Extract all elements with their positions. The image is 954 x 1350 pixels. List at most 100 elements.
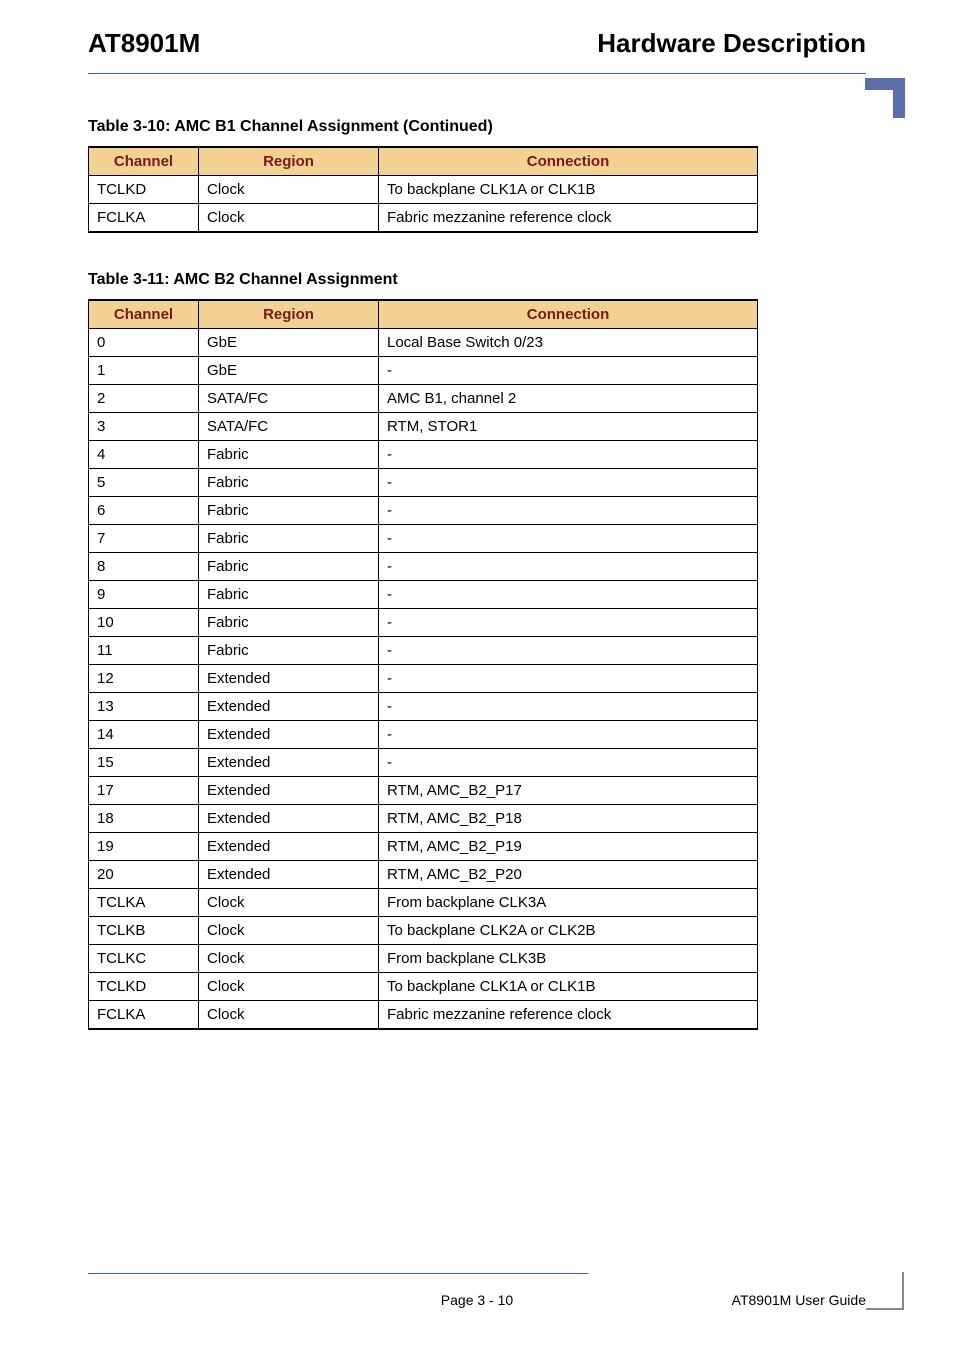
table-row: TCLKDClockTo backplane CLK1A or CLK1B	[89, 973, 758, 1001]
table-row: 14Extended-	[89, 721, 758, 749]
cell-region: GbE	[199, 329, 379, 357]
table-row: 13Extended-	[89, 693, 758, 721]
cell-channel: TCLKA	[89, 889, 199, 917]
table-amc-b1: Channel Region Connection TCLKDClockTo b…	[88, 146, 758, 233]
cell-connection: -	[379, 357, 758, 385]
cell-channel: 9	[89, 581, 199, 609]
cell-channel: 7	[89, 525, 199, 553]
cell-connection: To backplane CLK2A or CLK2B	[379, 917, 758, 945]
cell-channel: 13	[89, 693, 199, 721]
cell-channel: 15	[89, 749, 199, 777]
cell-channel: 10	[89, 609, 199, 637]
cell-channel: 18	[89, 805, 199, 833]
cell-region: Clock	[199, 945, 379, 973]
cell-connection: Fabric mezzanine reference clock	[379, 204, 758, 233]
table-row: 15Extended-	[89, 749, 758, 777]
table-header-row: Channel Region Connection	[89, 300, 758, 329]
table-row: 1GbE-	[89, 357, 758, 385]
cell-channel: FCLKA	[89, 204, 199, 233]
cell-region: Fabric	[199, 441, 379, 469]
cell-region: SATA/FC	[199, 413, 379, 441]
corner-mark-icon	[865, 78, 905, 118]
cell-channel: 0	[89, 329, 199, 357]
cell-region: GbE	[199, 357, 379, 385]
cell-connection: AMC B1, channel 2	[379, 385, 758, 413]
table-row: 9Fabric-	[89, 581, 758, 609]
cell-region: Extended	[199, 749, 379, 777]
cell-region: Fabric	[199, 637, 379, 665]
table-row: 4Fabric-	[89, 441, 758, 469]
cell-region: Extended	[199, 861, 379, 889]
table1-caption: Table 3-10: AMC B1 Channel Assignment (C…	[88, 118, 866, 136]
cell-channel: 6	[89, 497, 199, 525]
col-channel: Channel	[89, 147, 199, 176]
footer-rule	[88, 1273, 588, 1274]
cell-connection: RTM, AMC_B2_P17	[379, 777, 758, 805]
cell-region: Clock	[199, 204, 379, 233]
cell-connection: -	[379, 525, 758, 553]
cell-connection: RTM, AMC_B2_P19	[379, 833, 758, 861]
table-row: FCLKAClockFabric mezzanine reference clo…	[89, 1001, 758, 1030]
cell-region: Clock	[199, 889, 379, 917]
col-connection: Connection	[379, 300, 758, 329]
cell-connection: -	[379, 497, 758, 525]
table2-caption: Table 3-11: AMC B2 Channel Assignment	[88, 271, 866, 289]
cell-region: Extended	[199, 777, 379, 805]
table-row: 0GbELocal Base Switch 0/23	[89, 329, 758, 357]
cell-connection: To backplane CLK1A or CLK1B	[379, 973, 758, 1001]
footer-corner-icon	[866, 1272, 904, 1310]
cell-channel: TCLKD	[89, 973, 199, 1001]
col-region: Region	[199, 147, 379, 176]
table-row: 17ExtendedRTM, AMC_B2_P17	[89, 777, 758, 805]
page-footer: . Page 3 - 10 AT8901M User Guide	[88, 1292, 866, 1308]
table-row: 10Fabric-	[89, 609, 758, 637]
table-row: 2SATA/FCAMC B1, channel 2	[89, 385, 758, 413]
cell-connection: -	[379, 581, 758, 609]
cell-region: Fabric	[199, 497, 379, 525]
cell-region: Clock	[199, 917, 379, 945]
cell-region: SATA/FC	[199, 385, 379, 413]
cell-channel: 19	[89, 833, 199, 861]
cell-channel: 8	[89, 553, 199, 581]
cell-channel: 11	[89, 637, 199, 665]
cell-channel: 20	[89, 861, 199, 889]
table-row: TCLKCClockFrom backplane CLK3B	[89, 945, 758, 973]
table-row: 7Fabric-	[89, 525, 758, 553]
col-channel: Channel	[89, 300, 199, 329]
cell-region: Extended	[199, 805, 379, 833]
cell-connection: To backplane CLK1A or CLK1B	[379, 176, 758, 204]
table-row: 12Extended-	[89, 665, 758, 693]
table-row: 11Fabric-	[89, 637, 758, 665]
cell-channel: TCLKB	[89, 917, 199, 945]
cell-channel: 17	[89, 777, 199, 805]
cell-channel: 12	[89, 665, 199, 693]
table-row: 3SATA/FCRTM, STOR1	[89, 413, 758, 441]
table-header-row: Channel Region Connection	[89, 147, 758, 176]
table-row: 18ExtendedRTM, AMC_B2_P18	[89, 805, 758, 833]
cell-channel: 4	[89, 441, 199, 469]
header-rule	[88, 73, 866, 74]
cell-region: Fabric	[199, 469, 379, 497]
cell-connection: -	[379, 609, 758, 637]
cell-region: Fabric	[199, 581, 379, 609]
cell-connection: Local Base Switch 0/23	[379, 329, 758, 357]
footer-page: Page 3 - 10	[88, 1292, 866, 1308]
cell-channel: TCLKC	[89, 945, 199, 973]
table-row: TCLKBClockTo backplane CLK2A or CLK2B	[89, 917, 758, 945]
cell-region: Extended	[199, 693, 379, 721]
cell-region: Fabric	[199, 525, 379, 553]
header-right: Hardware Description	[597, 28, 866, 59]
cell-connection: -	[379, 693, 758, 721]
col-region: Region	[199, 300, 379, 329]
table-amc-b2: Channel Region Connection 0GbELocal Base…	[88, 299, 758, 1030]
cell-connection: -	[379, 553, 758, 581]
cell-channel: 14	[89, 721, 199, 749]
cell-connection: -	[379, 665, 758, 693]
table-row: FCLKAClockFabric mezzanine reference clo…	[89, 204, 758, 233]
cell-channel: FCLKA	[89, 1001, 199, 1030]
cell-connection: From backplane CLK3B	[379, 945, 758, 973]
cell-connection: From backplane CLK3A	[379, 889, 758, 917]
col-connection: Connection	[379, 147, 758, 176]
cell-channel: 5	[89, 469, 199, 497]
cell-connection: -	[379, 749, 758, 777]
